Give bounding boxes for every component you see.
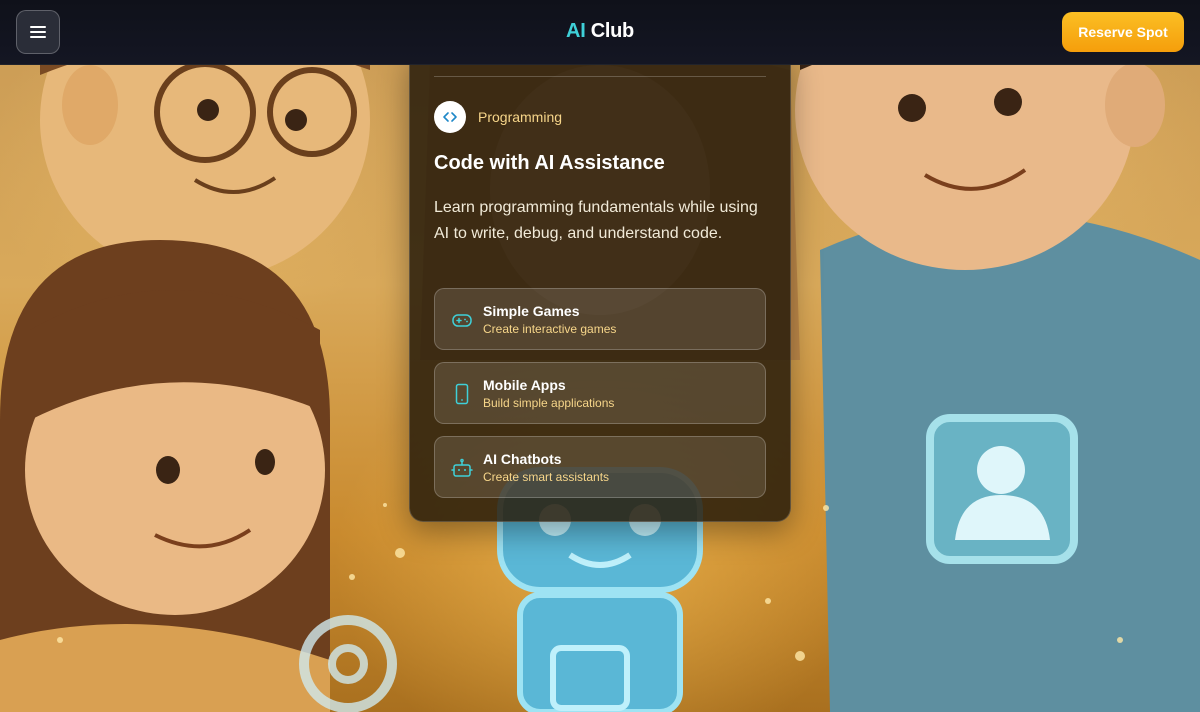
feature-title: Mobile Apps <box>483 377 566 393</box>
category-label: Programming <box>478 109 563 125</box>
programming-track-card: Programming Code with AI Assistance Lear… <box>409 48 791 522</box>
brand-logo-name-part: Club <box>585 20 635 42</box>
smartphone-icon <box>451 383 473 405</box>
feature-subtitle: Build simple applications <box>483 396 615 410</box>
gamepad-icon <box>451 309 473 331</box>
card-description: Learn programming fundamentals while usi… <box>434 199 758 242</box>
feature-ai-chatbots[interactable]: AI Chatbots Create smart assistants <box>434 436 766 498</box>
reserve-spot-button[interactable]: Reserve Spot <box>1062 12 1184 52</box>
girl-figure <box>0 240 330 712</box>
feature-simple-games[interactable]: Simple Games Create interactive games <box>434 288 766 350</box>
feature-title: AI Chatbots <box>483 451 562 467</box>
bot-icon <box>451 457 473 479</box>
feature-title: Simple Games <box>483 303 580 319</box>
brand-logo-ai-part: AI <box>566 20 586 42</box>
boy-in-hoodie-figure <box>795 0 1200 712</box>
feature-subtitle: Create smart assistants <box>483 470 610 484</box>
code-brackets-icon <box>434 101 466 133</box>
feature-mobile-apps[interactable]: Mobile Apps Build simple applications <box>434 362 766 424</box>
top-navigation-bar: AI Club Reserve Spot <box>0 0 1200 65</box>
feature-subtitle: Create interactive games <box>483 322 617 336</box>
user-profile-hologram <box>926 414 1078 564</box>
card-title: Code with AI Assistance <box>434 152 665 174</box>
brand-logo[interactable]: AI Club <box>0 20 1200 43</box>
card-divider <box>434 76 766 77</box>
